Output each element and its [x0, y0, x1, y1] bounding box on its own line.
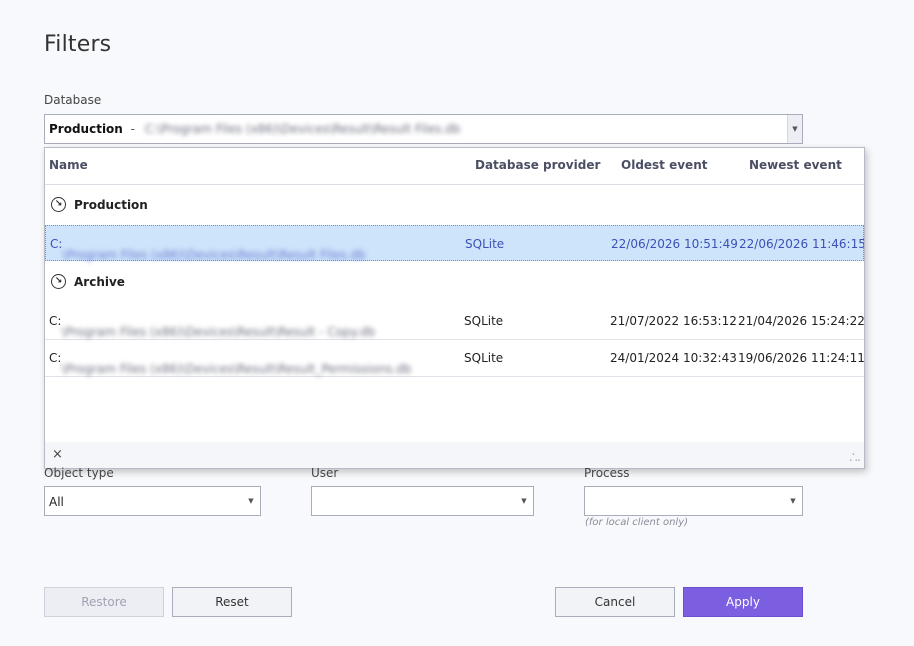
row-oldest: 21/07/2022 16:53:12: [610, 314, 737, 328]
database-separator: -: [130, 122, 136, 136]
row-newest: 19/06/2026 11:24:11: [738, 351, 865, 365]
row-newest: 22/06/2026 11:46:15: [739, 237, 865, 251]
chevron-down-icon[interactable]: ▼: [784, 487, 802, 515]
table-row[interactable]: C: \Program Files (x86)\Devices\Result\Re…: [45, 340, 864, 377]
database-select[interactable]: Production - C:\Program Files (x86)\Devi…: [44, 114, 803, 144]
table-row[interactable]: C: \Program Files (x86)\Devices\Result\Re…: [45, 225, 865, 262]
restore-button[interactable]: Restore: [44, 587, 164, 617]
chevron-down-icon[interactable]: ▼: [515, 487, 533, 515]
group-header-production[interactable]: ↘ Production: [51, 197, 148, 212]
database-selected-path: C:\Program Files (x86)\Devices\Result\Re…: [144, 122, 461, 136]
page-title: Filters: [44, 32, 112, 57]
group-label: Production: [74, 197, 148, 212]
reset-button[interactable]: Reset: [172, 587, 292, 617]
table-row[interactable]: C: \Program Files (x86)\Devices\Result\Re…: [45, 303, 864, 340]
group-label: Archive: [74, 274, 125, 289]
apply-button[interactable]: Apply: [683, 587, 803, 617]
process-note: (for local client only): [585, 517, 689, 528]
process-select[interactable]: ▼: [584, 486, 803, 516]
object-type-value: All: [49, 495, 64, 509]
chevron-down-icon[interactable]: ▼: [787, 115, 802, 143]
column-header-newest[interactable]: Newest event: [749, 158, 842, 172]
chevron-down-icon[interactable]: ▼: [242, 487, 260, 515]
row-provider: SQLite: [464, 351, 504, 365]
row-oldest: 22/06/2026 10:51:49: [611, 237, 738, 251]
user-select[interactable]: ▼: [311, 486, 534, 516]
group-header-archive[interactable]: ↘ Archive: [51, 274, 125, 289]
user-label: User: [311, 466, 339, 480]
column-header-provider[interactable]: Database provider: [475, 158, 600, 172]
database-dropdown-panel: Name Database provider Oldest event Newe…: [44, 147, 865, 469]
arrow-down-right-circle-icon[interactable]: ↘: [51, 197, 66, 212]
cancel-button[interactable]: Cancel: [555, 587, 675, 617]
row-path: C: \Program Files (x86)\Devices\Result\Re…: [49, 314, 376, 339]
arrow-down-right-circle-icon[interactable]: ↘: [51, 274, 66, 289]
close-icon[interactable]: ×: [52, 447, 63, 462]
row-newest: 21/04/2026 15:24:22: [738, 314, 865, 328]
database-label: Database: [44, 93, 102, 107]
column-header-oldest[interactable]: Oldest event: [621, 158, 707, 172]
header-divider: [45, 184, 864, 185]
database-select-value: Production - C:\Program Files (x86)\Devi…: [49, 122, 460, 136]
object-type-label: Object type: [44, 466, 114, 480]
resize-grip-icon[interactable]: ⠐ ⠂⠒: [849, 452, 861, 467]
row-provider: SQLite: [465, 237, 505, 251]
process-label: Process: [584, 466, 630, 480]
column-header-name[interactable]: Name: [49, 158, 88, 172]
row-oldest: 24/01/2024 10:32:43: [610, 351, 737, 365]
dropdown-footer: × ⠐ ⠂⠒: [45, 442, 864, 468]
row-path: C: \Program Files (x86)\Devices\Result\Re…: [49, 351, 412, 376]
row-path: C: \Program Files (x86)\Devices\Result\Re…: [50, 237, 366, 262]
database-selected-name: Production: [49, 122, 123, 136]
row-provider: SQLite: [464, 314, 504, 328]
object-type-select[interactable]: All ▼: [44, 486, 261, 516]
